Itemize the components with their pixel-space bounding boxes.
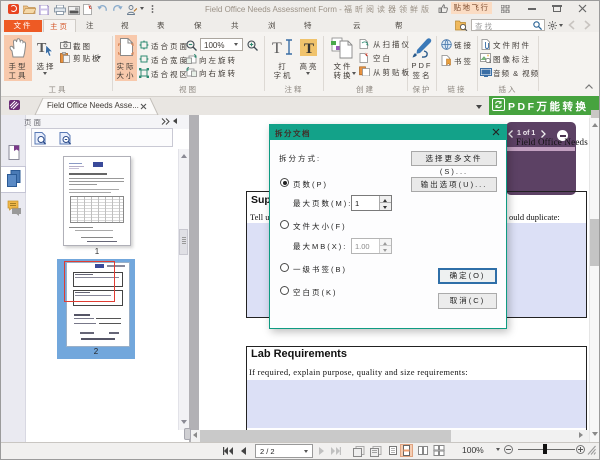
svg-text:T: T — [272, 40, 282, 57]
svg-text:T: T — [304, 41, 314, 56]
